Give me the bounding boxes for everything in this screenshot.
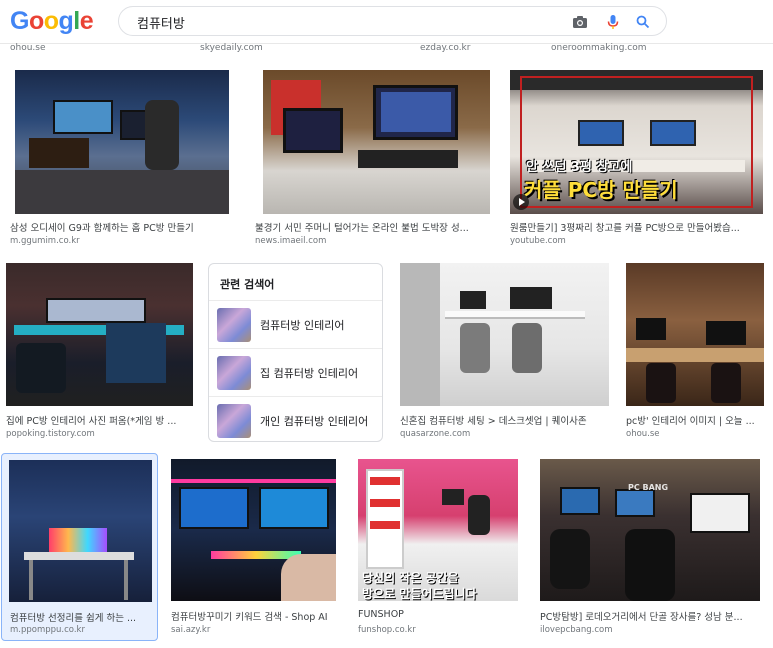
watermark-logo: PC BANG [628,483,669,492]
related-thumbnail [217,356,251,390]
result-image[interactable]: PC BANG [540,459,760,601]
thumbnail-caption-1: 안 쓰던 3평 창고에 [526,160,633,175]
search-input[interactable] [137,13,557,31]
image-result[interactable]: 컴퓨터방꾸미기 키워드 검색 - Shop AI sai.azy.kr [171,459,341,639]
result-title[interactable]: 원룸만들기] 3평짜리 창고를 커플 PC방으로 만들어봤습... [510,220,760,234]
result-title[interactable]: FUNSHOP [358,609,518,620]
image-result-selected[interactable]: 컴퓨터방 선정리를 쉽게 하는 ... m.ppomppu.co.kr [1,453,158,641]
result-image[interactable]: 당신의 작은 공간을 방으로 만들어드립니다 [358,459,518,601]
result-title[interactable]: pc방' 인테리어 이미지 | 오늘 ... [626,413,764,427]
top-source-3[interactable]: ezday.co.kr [420,43,470,53]
image-result[interactable]: PC BANG PC방탐방] 로데오거리에서 단골 장사를? 성남 분... i… [540,459,765,639]
result-source: ohou.se [626,429,660,439]
related-search-item[interactable]: 개인 컴퓨터방 인테리어 [209,396,382,444]
related-search-label[interactable]: 집 컴퓨터방 인테리어 [260,365,358,381]
result-title[interactable]: 신혼집 컴퓨터방 세팅 > 데스크셋업 | 퀘이사존 [400,413,605,427]
result-source: m.ppomppu.co.kr [10,625,85,635]
result-image[interactable] [400,263,609,406]
image-result[interactable]: 집에 PC방 인테리어 사진 퍼옴(*게임 방 ... popoking.tis… [6,263,196,443]
camera-icon[interactable] [570,12,590,32]
search-box [118,6,667,36]
play-icon [513,194,529,210]
result-source: quasarzone.com [400,429,471,439]
search-icon[interactable] [633,12,653,32]
image-result[interactable]: 당신의 작은 공간을 방으로 만들어드립니다 FUNSHOP funshop.c… [358,459,521,639]
result-image[interactable] [263,70,490,214]
result-source: funshop.co.kr [358,625,416,635]
result-image[interactable] [171,459,336,601]
result-source: ilovepcbang.com [540,625,613,635]
result-image[interactable]: 안 쓰던 3평 창고에 커플 PC방 만들기 [510,70,763,214]
related-search-label[interactable]: 개인 컴퓨터방 인테리어 [260,413,368,429]
google-logo[interactable]: Google [10,7,94,36]
related-search-label[interactable]: 컴퓨터방 인테리어 [260,317,344,333]
top-bar: Google ohou.se skyedaily.com ezday.co.kr… [0,0,773,53]
image-result[interactable]: 삼성 오디세이 G9과 함께하는 홈 PC방 만들기 m.ggumim.co.k… [10,70,230,250]
related-search-item[interactable]: 컴퓨터방 인테리어 [209,300,382,348]
thumbnail-caption-2: 커플 PC방 만들기 [524,178,678,202]
result-source: news.imaeil.com [255,236,327,246]
thumbnail-caption-2: 방으로 만들어드립니다 [362,587,477,601]
result-image[interactable] [9,460,152,602]
result-title[interactable]: 컴퓨터방 선정리를 쉽게 하는 ... [10,610,152,624]
top-source-1[interactable]: ohou.se [10,43,46,53]
result-title[interactable]: 불경기 서민 주머니 털어가는 온라인 불법 도박장 성... [255,220,490,234]
result-title[interactable]: 삼성 오디세이 G9과 함께하는 홈 PC방 만들기 [10,220,225,234]
image-result[interactable]: pc방' 인테리어 이미지 | 오늘 ... ohou.se [626,263,766,443]
result-title[interactable]: 집에 PC방 인테리어 사진 퍼옴(*게임 방 ... [6,413,191,427]
result-source: youtube.com [510,236,566,246]
result-image[interactable] [15,70,229,214]
result-image[interactable] [6,263,193,406]
thumbnail-caption-1: 당신의 작은 공간을 [362,571,459,585]
related-thumbnail [217,308,251,342]
related-search-item[interactable]: 집 컴퓨터방 인테리어 [209,348,382,396]
result-title[interactable]: PC방탐방] 로데오거리에서 단골 장사를? 성남 분... [540,609,760,623]
result-title[interactable]: 컴퓨터방꾸미기 키워드 검색 - Shop AI [171,609,341,623]
result-image[interactable] [626,263,764,406]
related-searches-heading: 관련 검색어 [220,278,275,291]
image-result[interactable]: 안 쓰던 3평 창고에 커플 PC방 만들기 원룸만들기] 3평짜리 창고를 커… [510,70,765,250]
top-source-2[interactable]: skyedaily.com [200,43,263,53]
microphone-icon[interactable] [603,12,623,32]
top-source-4[interactable]: oneroommaking.com [551,43,647,53]
related-thumbnail [217,404,251,438]
related-searches-card: 관련 검색어 컴퓨터방 인테리어 집 컴퓨터방 인테리어 개인 컴퓨터방 인테리… [208,263,383,442]
result-source: m.ggumim.co.kr [10,236,80,246]
result-source: popoking.tistory.com [6,429,95,439]
image-result[interactable]: 신혼집 컴퓨터방 세팅 > 데스크셋업 | 퀘이사존 quasarzone.co… [400,263,610,443]
result-source: sai.azy.kr [171,625,211,635]
image-result[interactable]: 불경기 서민 주머니 털어가는 온라인 불법 도박장 성... news.ima… [255,70,495,250]
